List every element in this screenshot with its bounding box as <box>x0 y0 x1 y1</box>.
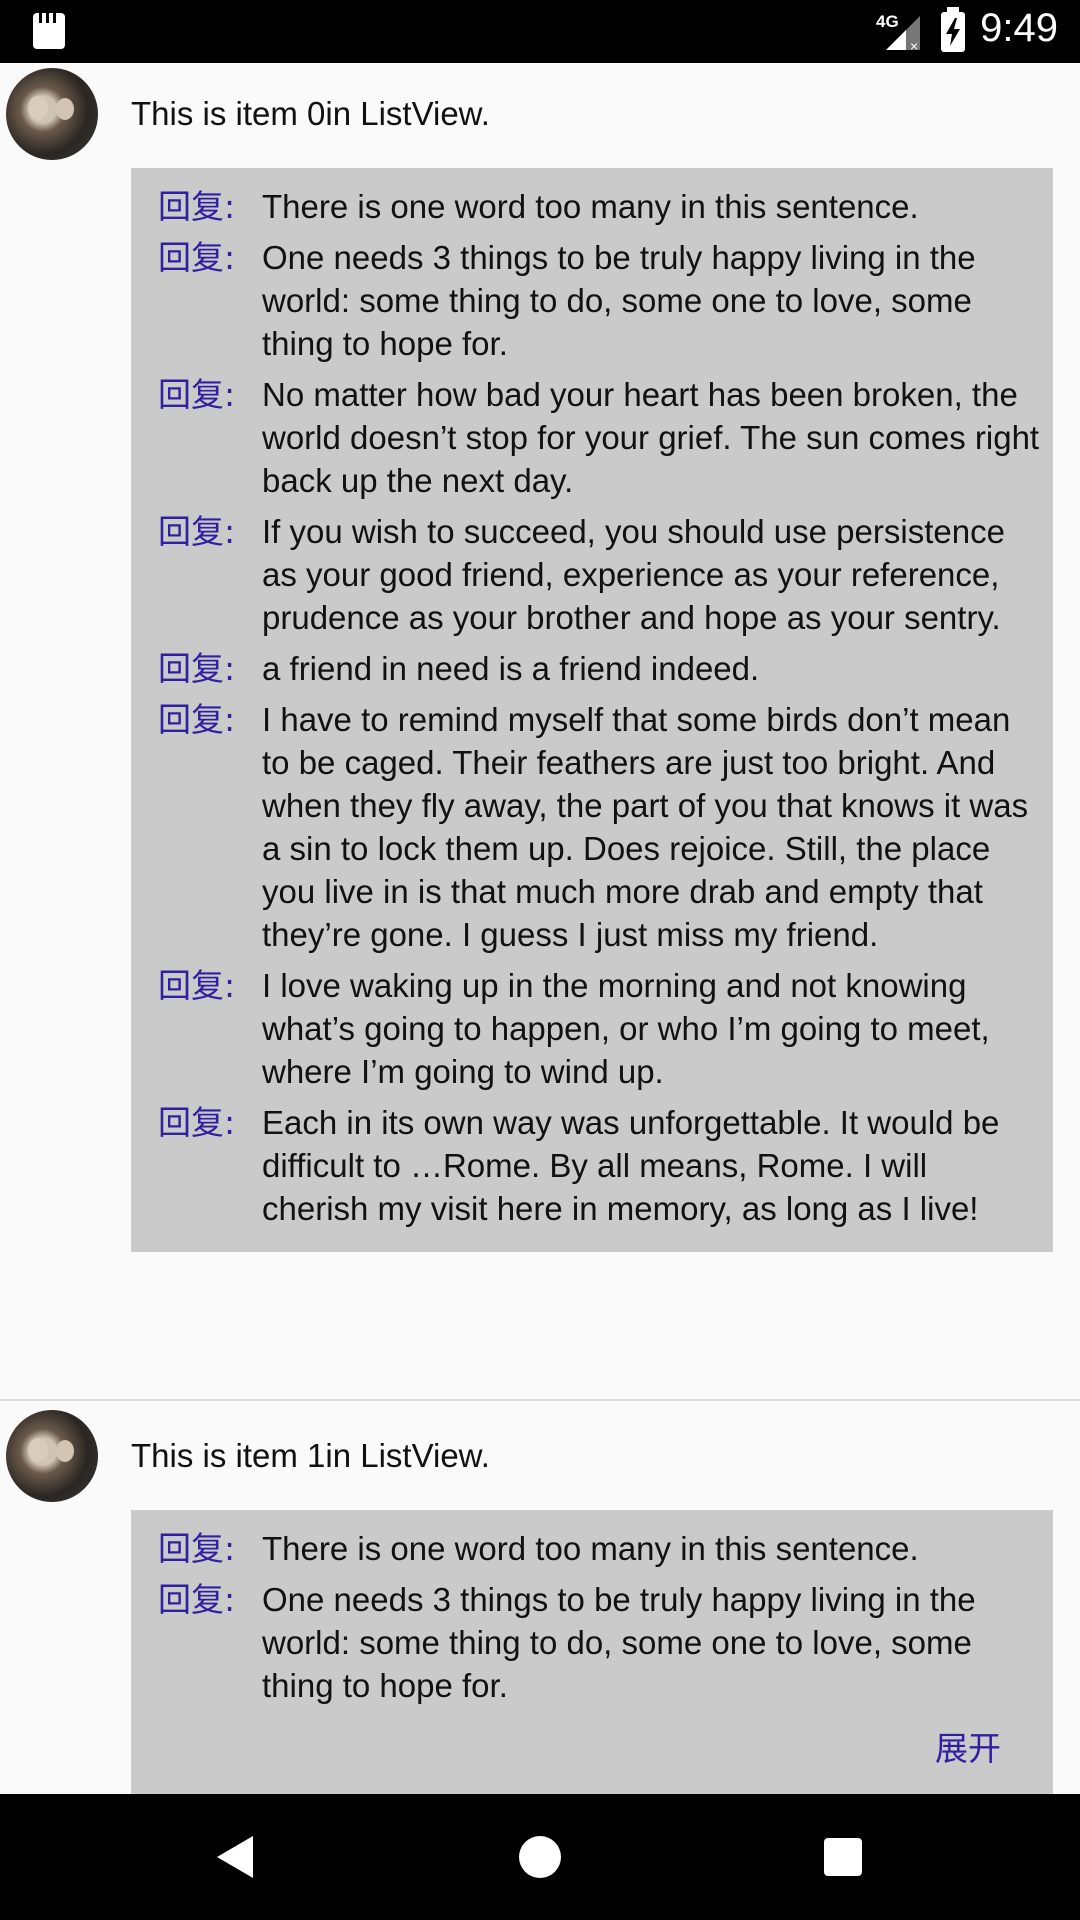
reply-prefix[interactable]: 回复: <box>131 647 262 698</box>
reply-text: I have to remind myself that some birds … <box>262 701 1029 953</box>
reply-row: 回复: There is one word too many in this s… <box>131 1527 1053 1578</box>
reply-prefix[interactable]: 回复: <box>131 964 262 1101</box>
reply-prefix[interactable]: 回复: <box>131 373 262 510</box>
signal-icon: × <box>886 16 920 52</box>
sd-card-icon <box>33 13 65 49</box>
list-item[interactable]: This is item 0in ListView. 回复: There is … <box>0 63 1080 1399</box>
reply-text: If you wish to succeed, you should use p… <box>262 513 1005 636</box>
avatar <box>6 68 98 160</box>
reply-text: There is one word too many in this sente… <box>262 1530 919 1567</box>
reply-prefix[interactable]: 回复: <box>131 1527 262 1578</box>
reply-prefix[interactable]: 回复: <box>131 510 262 647</box>
reply-row: 回复: Each in its own way was unforgettabl… <box>131 1101 1053 1238</box>
reply-text: Each in its own way was unforgettable. I… <box>262 1104 1000 1227</box>
expand-button[interactable]: 展开 <box>131 1727 1053 1770</box>
reply-text: I love waking up in the morning and not … <box>262 967 990 1090</box>
reply-row: 回复: There is one word too many in this s… <box>131 185 1053 236</box>
reply-panel: 回复: There is one word too many in this s… <box>131 1510 1053 1810</box>
list-view[interactable]: This is item 0in ListView. 回复: There is … <box>0 63 1080 1810</box>
item-title: This is item 0in ListView. <box>131 95 490 132</box>
reply-text: One needs 3 things to be truly happy liv… <box>262 239 976 362</box>
reply-row: 回复: If you wish to succeed, you should u… <box>131 510 1053 647</box>
reply-panel: 回复: There is one word too many in this s… <box>131 168 1053 1252</box>
recents-icon[interactable] <box>824 1838 862 1876</box>
battery-charging-icon <box>941 7 965 52</box>
back-icon[interactable] <box>215 1834 255 1880</box>
home-icon[interactable] <box>519 1836 561 1878</box>
list-divider <box>0 1399 1080 1401</box>
reply-row: 回复: One needs 3 things to be truly happy… <box>131 1578 1053 1715</box>
reply-prefix[interactable]: 回复: <box>131 185 262 236</box>
reply-text: One needs 3 things to be truly happy liv… <box>262 1581 976 1704</box>
item-title: This is item 1in ListView. <box>131 1437 490 1474</box>
clock: 9:49 <box>980 6 1058 50</box>
status-bar: 4G × 9:49 <box>0 0 1080 63</box>
reply-row: 回复: One needs 3 things to be truly happy… <box>131 236 1053 373</box>
reply-text: There is one word too many in this sente… <box>262 188 919 225</box>
reply-text: No matter how bad your heart has been br… <box>262 376 1040 499</box>
reply-prefix[interactable]: 回复: <box>131 1101 262 1238</box>
list-item[interactable]: This is item 1in ListView. 回复: There is … <box>0 1405 1080 1810</box>
reply-prefix[interactable]: 回复: <box>131 236 262 373</box>
reply-row: 回复: a friend in need is a friend indeed. <box>131 647 1053 698</box>
avatar <box>6 1410 98 1502</box>
reply-text: a friend in need is a friend indeed. <box>262 650 760 687</box>
reply-prefix[interactable]: 回复: <box>131 698 262 964</box>
svg-text:×: × <box>910 38 918 52</box>
reply-row: 回复: I love waking up in the morning and … <box>131 964 1053 1101</box>
navigation-bar <box>0 1794 1080 1920</box>
reply-prefix[interactable]: 回复: <box>131 1578 262 1715</box>
reply-row: 回复: I have to remind myself that some bi… <box>131 698 1053 964</box>
reply-row: 回复: No matter how bad your heart has bee… <box>131 373 1053 510</box>
